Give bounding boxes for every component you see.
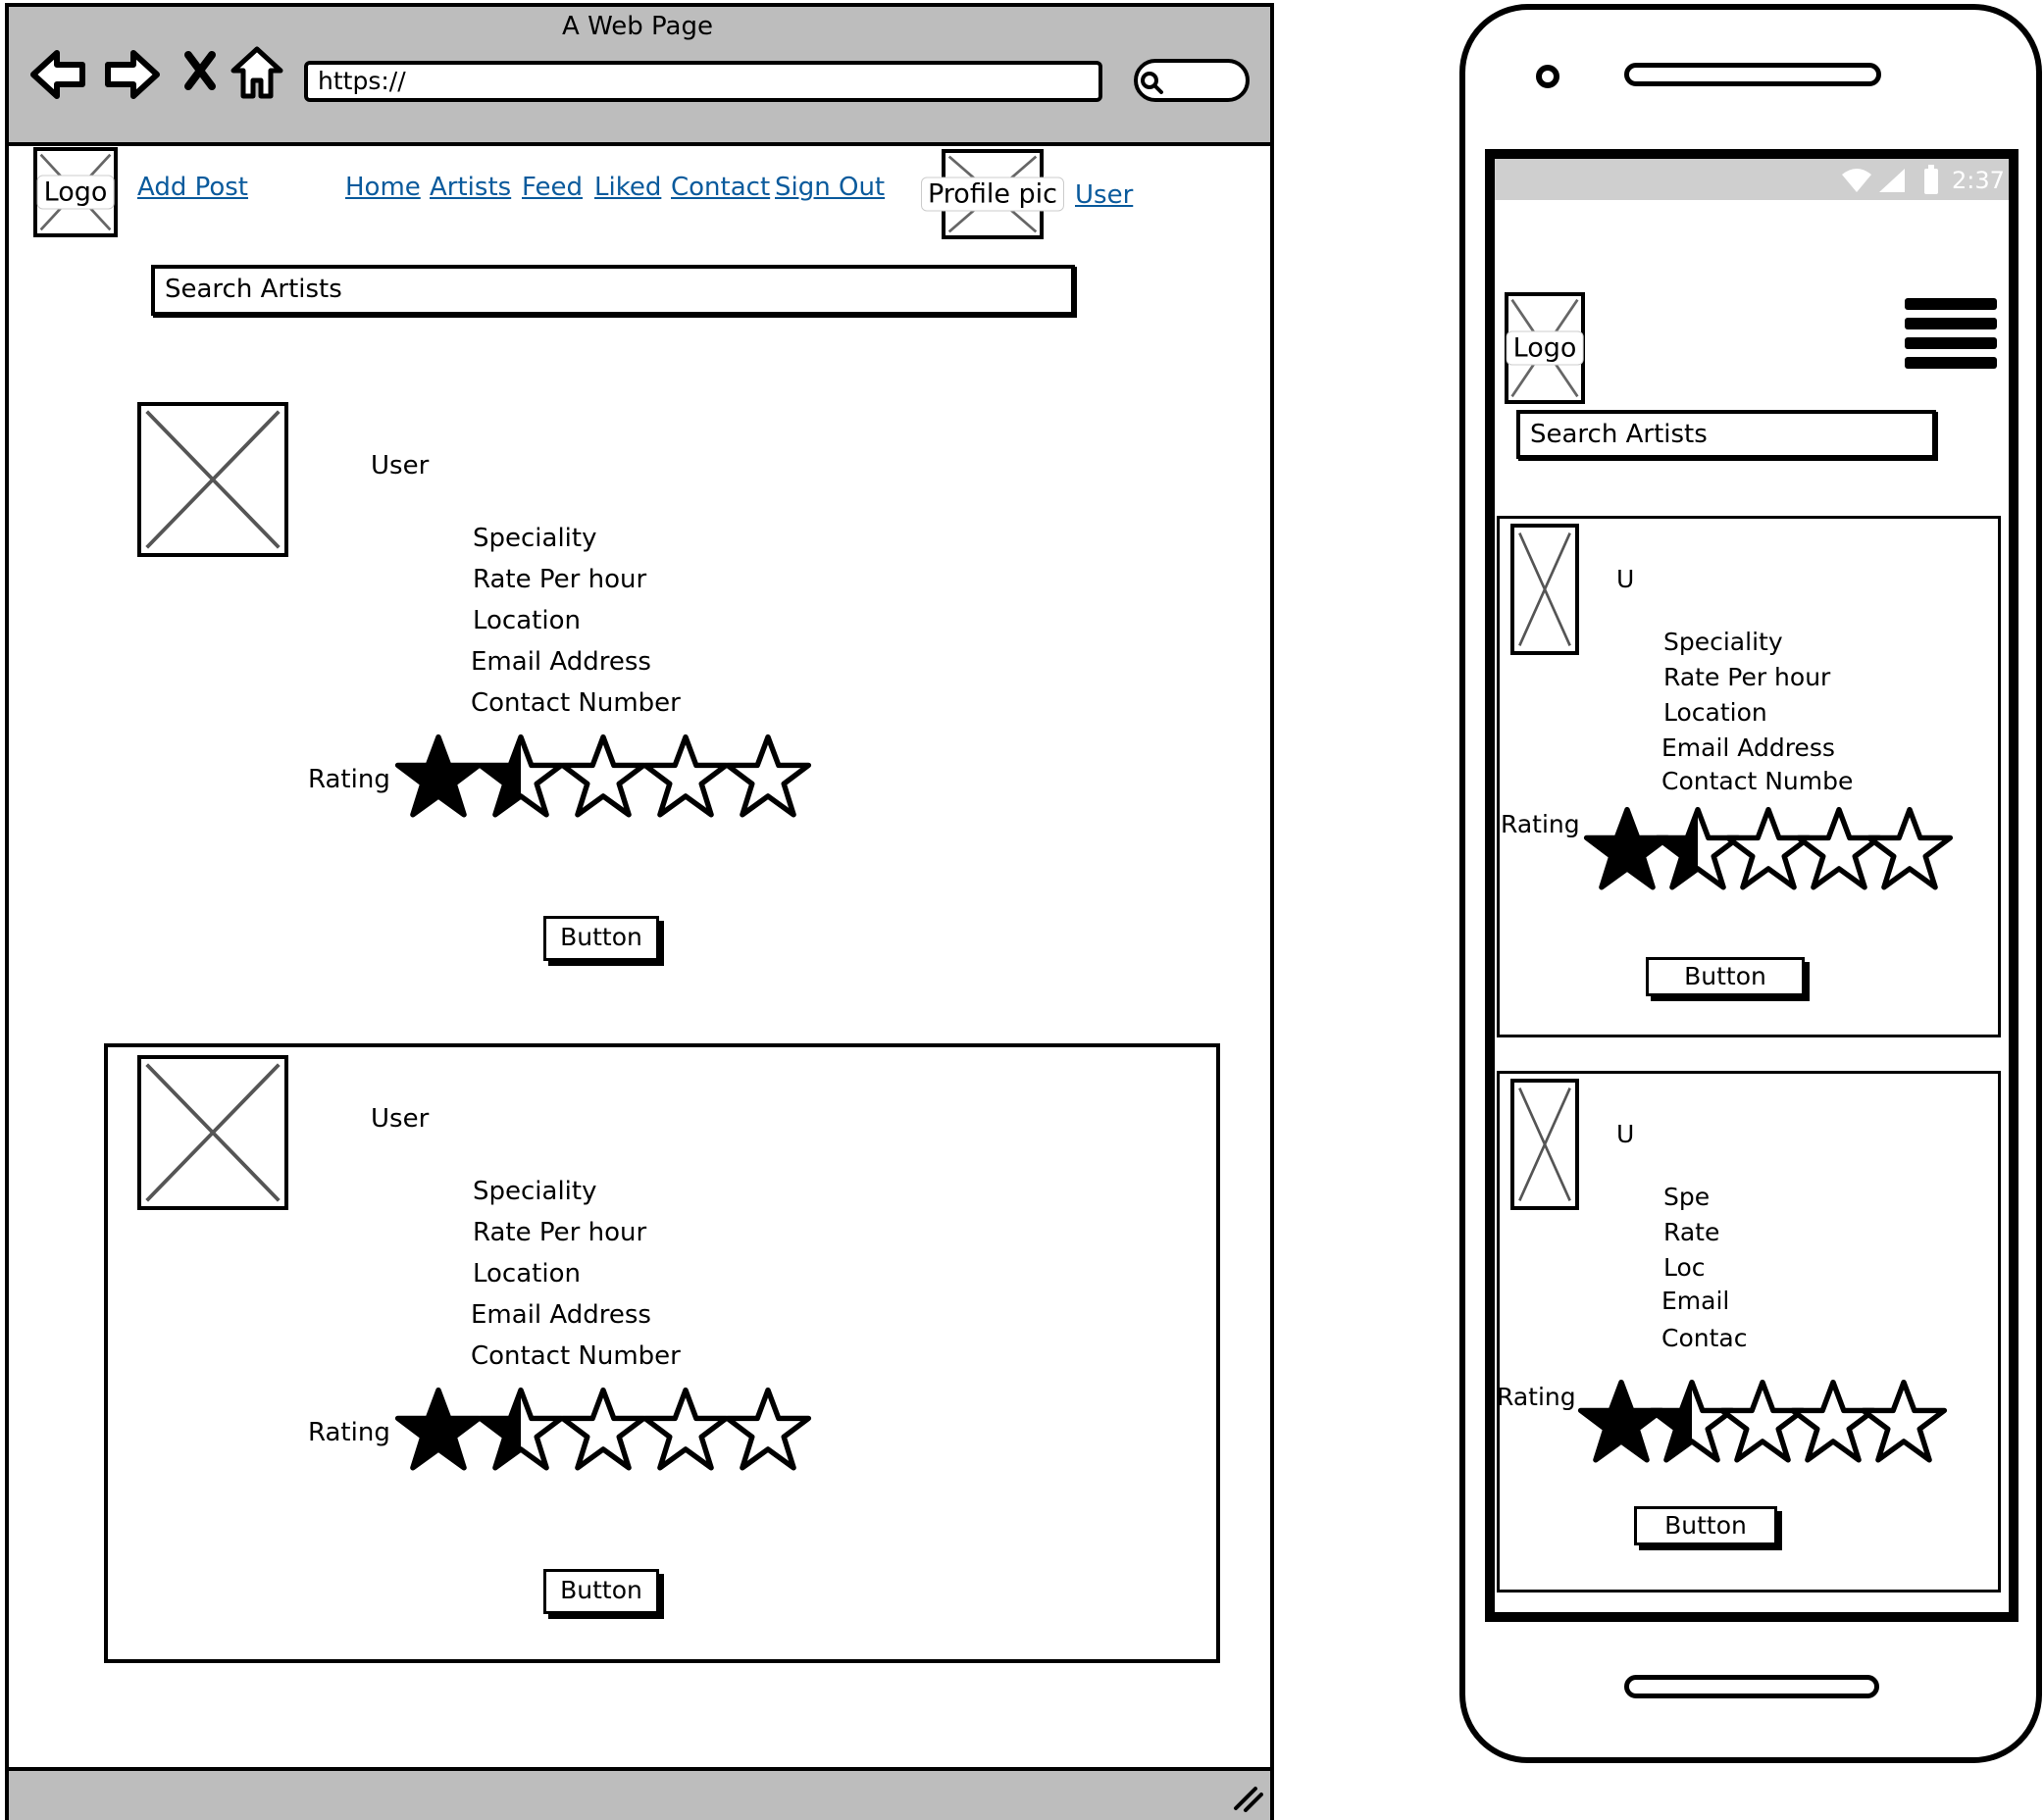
nav-link-liked[interactable]: Liked [594,173,661,202]
wifi-icon [1842,169,1871,192]
star-icon[interactable] [394,1387,483,1475]
artist-username: User [371,1104,430,1134]
nav-link-home[interactable]: Home [345,173,421,202]
star-icon[interactable] [1860,1379,1948,1467]
rating-stars[interactable] [394,1387,812,1475]
profile-pic-label: Profile pic [920,177,1065,212]
mobile-artist-email: Email Address [1661,733,1835,762]
back-arrow-icon[interactable] [29,47,88,102]
mobile-artist-speciality: Spe [1663,1183,1711,1211]
artist-rate: Rate Per hour [473,1218,647,1247]
phone-home-bar [1624,1675,1879,1698]
star-icon[interactable] [394,733,483,822]
artist-speciality: Speciality [473,524,597,553]
artist-speciality: Speciality [473,1177,597,1206]
star-icon[interactable] [641,1387,730,1475]
battery-icon [1924,165,1938,194]
mobile-artist-contact: Contact Numbe [1661,767,1854,795]
mobile-rating-label: Rating [1501,810,1580,838]
close-icon[interactable] [180,49,220,92]
search-icon [1141,72,1163,94]
phone-speaker [1624,63,1881,86]
mobile-avatar-placeholder [1510,1079,1579,1210]
artist-contact: Contact Number [471,688,681,718]
artist-username: User [371,451,430,480]
resize-grip-icon[interactable] [1230,1783,1263,1812]
star-icon[interactable] [477,733,565,822]
mobile-artist-rate: Rate Per hour [1663,663,1831,691]
logo-placeholder: Logo [33,147,118,237]
artist-rate: Rate Per hour [473,565,647,594]
add-post-link[interactable]: Add Post [137,173,248,202]
mobile-rating-stars[interactable] [1577,1379,1948,1467]
mobile-card-button[interactable]: Button [1646,957,1805,996]
mobile-artist-username: U [1616,1120,1635,1148]
browser-statusbar [9,1767,1270,1820]
artist-avatar-placeholder [137,402,288,557]
mobile-card-button[interactable]: Button [1634,1506,1777,1545]
card-button[interactable]: Button [543,1569,659,1614]
artist-location: Location [473,1259,581,1289]
mobile-artist-speciality: Speciality [1663,628,1783,656]
browser-title: A Web Page [562,12,713,41]
mobile-artist-email: Email [1661,1287,1730,1315]
mobile-logo-label: Logo [1506,330,1584,366]
mobile-rating-stars[interactable] [1583,806,1954,894]
signal-icon [1879,169,1905,192]
star-icon[interactable] [559,733,647,822]
nav-link-contact[interactable]: Contact [671,173,770,202]
forward-arrow-icon[interactable] [102,47,161,102]
artist-email: Email Address [471,1300,651,1330]
rating-label: Rating [308,1418,390,1447]
phone-camera [1536,65,1559,88]
mobile-artist-rate: Rate [1663,1218,1720,1246]
artist-contact: Contact Number [471,1341,681,1371]
mobile-avatar-placeholder [1510,524,1579,655]
star-icon[interactable] [477,1387,565,1475]
user-link[interactable]: User [1075,180,1133,210]
star-icon[interactable] [559,1387,647,1475]
mobile-search-input[interactable]: Search Artists [1516,410,1936,459]
artist-email: Email Address [471,647,651,677]
mobile-artist-username: U [1616,565,1635,593]
nav-link-sign-out[interactable]: Sign Out [775,173,885,202]
nav-link-feed[interactable]: Feed [522,173,583,202]
artist-avatar-placeholder [137,1055,288,1210]
rating-stars[interactable] [394,733,812,822]
star-icon[interactable] [724,733,812,822]
mobile-logo-placeholder: Logo [1505,292,1585,404]
profile-pic-placeholder[interactable]: Profile pic [920,149,1065,239]
mobile-artist-location: Loc [1663,1253,1706,1282]
star-icon[interactable] [1865,806,1954,894]
search-artists-input[interactable]: Search Artists [151,265,1075,316]
rating-label: Rating [308,765,390,794]
home-icon[interactable] [230,45,284,100]
hamburger-menu-icon[interactable] [1903,296,1999,373]
mobile-rating-label: Rating [1497,1383,1576,1411]
star-icon[interactable] [724,1387,812,1475]
mobile-artist-contact: Contac [1661,1324,1748,1352]
nav-link-artists[interactable]: Artists [430,173,511,202]
mobile-artist-location: Location [1663,698,1767,727]
star-icon[interactable] [641,733,730,822]
logo-label: Logo [36,175,115,210]
url-bar[interactable]: https:// [304,61,1102,102]
status-time: 2:37 [1952,167,2005,194]
card-button[interactable]: Button [543,916,659,961]
artist-location: Location [473,606,581,635]
